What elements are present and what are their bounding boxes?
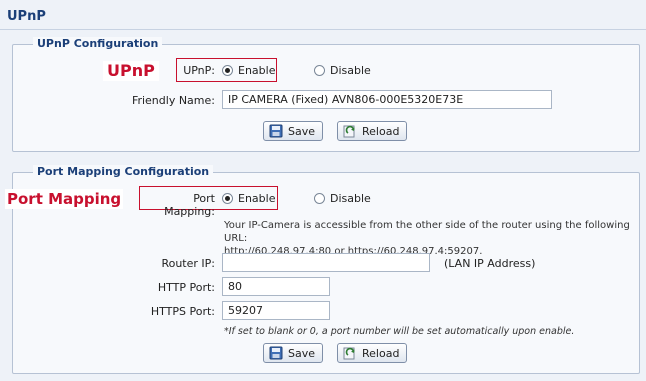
save-label: Save xyxy=(288,346,316,360)
upnp-page: UPnP UPnP Configuration UPnP UPnP: Enabl… xyxy=(0,0,646,381)
friendly-name-label: Friendly Name: xyxy=(131,94,215,107)
title-divider xyxy=(0,29,646,30)
friendly-name-input[interactable]: IP CAMERA (Fixed) AVN806-000E5320E73E xyxy=(222,90,552,109)
port-mapping-reload-button[interactable]: Reload xyxy=(337,343,408,363)
upnp-enable-radio[interactable]: Enable xyxy=(222,64,275,77)
port-mapping-save-button[interactable]: Save xyxy=(263,343,324,363)
port-mapping-label: Port Mapping: xyxy=(164,192,215,218)
https-port-input[interactable]: 59207 xyxy=(222,301,330,320)
reload-icon xyxy=(343,346,357,360)
http-port-label: HTTP Port: xyxy=(157,281,215,294)
port-mapping-enable-radio[interactable]: Enable xyxy=(222,192,275,205)
port-mapping-legend: Port Mapping Configuration xyxy=(33,165,214,178)
upnp-disable-radio[interactable]: Disable xyxy=(314,64,371,77)
http-port-input[interactable]: 80 xyxy=(222,277,330,296)
save-icon xyxy=(269,346,283,360)
radio-icon xyxy=(314,193,325,204)
upnp-callout: UPnP xyxy=(103,61,159,81)
radio-icon xyxy=(222,193,233,204)
port-mapping-enable-label: Enable xyxy=(238,192,276,205)
reload-label: Reload xyxy=(362,346,400,360)
radio-icon xyxy=(222,65,233,76)
page-title: UPnP xyxy=(7,9,46,24)
port-mapping-disable-label: Disable xyxy=(330,192,371,205)
save-label: Save xyxy=(288,124,316,138)
upnp-config-legend: UPnP Configuration xyxy=(33,37,163,50)
reload-label: Reload xyxy=(362,124,400,138)
upnp-reload-button[interactable]: Reload xyxy=(337,121,408,141)
port-mapping-callout: Port Mapping xyxy=(5,189,124,209)
upnp-enable-label: Enable xyxy=(238,64,276,77)
router-ip-hint: (LAN IP Address) xyxy=(444,257,536,270)
upnp-disable-label: Disable xyxy=(330,64,371,77)
access-url-line1: Your IP-Camera is accessible from the ot… xyxy=(224,220,630,244)
auto-port-hint: *If set to blank or 0, a port number wil… xyxy=(224,326,575,337)
radio-icon xyxy=(314,65,325,76)
save-icon xyxy=(269,124,283,138)
port-mapping-disable-radio[interactable]: Disable xyxy=(314,192,371,205)
router-ip-label: Router IP: xyxy=(161,257,215,270)
upnp-save-button[interactable]: Save xyxy=(263,121,324,141)
reload-icon xyxy=(343,124,357,138)
upnp-label: UPnP: xyxy=(183,64,215,77)
router-ip-input[interactable] xyxy=(222,253,430,272)
https-port-label: HTTPS Port: xyxy=(150,305,215,318)
